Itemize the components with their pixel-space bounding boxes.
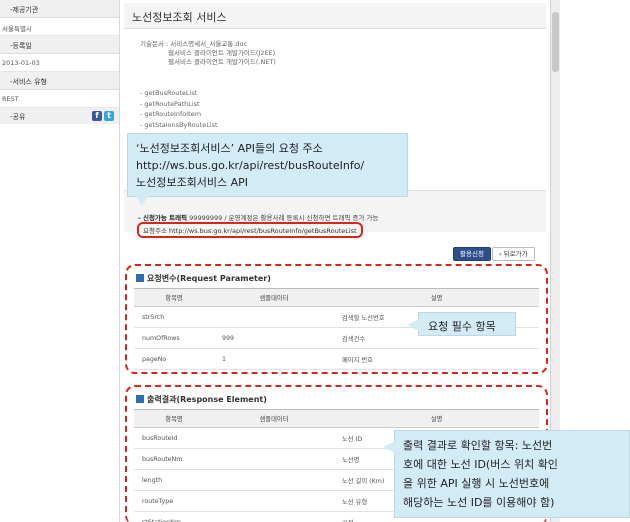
callout-line: 해당하는 노선 ID를 이용해야 함): [403, 496, 555, 509]
table-cell: [214, 306, 334, 328]
square-bullet-icon: [136, 395, 144, 403]
table-cell: [214, 427, 334, 449]
table-header-row: 항목명 샘플데이터 설명: [134, 288, 539, 307]
registered-date-label: -등록일: [0, 36, 119, 54]
back-button[interactable]: › 뒤로가기: [492, 247, 535, 261]
table-cell: [214, 490, 334, 512]
doc-info-line[interactable]: 웹서비스 클라이언트 개발가이드(.NET): [140, 58, 276, 67]
share-label: -공유: [10, 113, 26, 121]
operation-link[interactable]: - getRouteInfoItem: [140, 109, 218, 120]
table-cell: 페이지 번호: [334, 348, 539, 370]
required-items-callout: 요청 필수 항목: [407, 312, 516, 336]
request-table-title: 요청변수(Request Parameter): [136, 273, 271, 284]
twitter-icon[interactable]: t: [104, 111, 114, 121]
table-cell: [214, 469, 334, 491]
table-row: pageNo 1 페이지 번호: [134, 348, 539, 370]
request-table-title-text: 요청변수(Request Parameter): [147, 274, 271, 283]
table-cell: [214, 511, 334, 522]
table-cell: [214, 448, 334, 470]
apply-button[interactable]: 활용신청: [453, 247, 491, 261]
service-type-value: REST: [0, 90, 119, 108]
doc-info: 기술문서 : 서비스명세서_서울교통.doc 웹서비스 클라이언트 개발가이드(…: [140, 40, 276, 67]
callout-line: 을 위한 API 실행 시 노선번호에: [403, 477, 550, 490]
scroll-thumb[interactable]: [552, 12, 559, 72]
table-cell: strSrch: [134, 306, 214, 328]
callout-line: 출력 결과로 확인할 항목: 노선번: [403, 439, 553, 452]
registered-date-value: 2013-01-03: [0, 54, 119, 72]
request-url: 요청주소 http://ws.bus.go.kr/api/rest/busRou…: [137, 222, 363, 238]
table-header-row: 항목명 샘플데이터 설명: [134, 409, 539, 428]
col-header: 항목명: [134, 288, 214, 307]
service-type-label: -서비스 유형: [0, 72, 119, 90]
traffic-text: 99999999 / 운영계정은 활용사례 등록시 신청하면 트래픽 증가 가능: [189, 214, 379, 222]
info-sidebar: -제공기관 서울특별시 -등록일 2013-01-03 -서비스 유형 REST…: [0, 0, 120, 522]
col-header: 샘플데이터: [214, 288, 334, 307]
table-cell: routeType: [134, 490, 214, 512]
share-row: -공유 f t: [0, 108, 119, 124]
traffic-info: - 신청가능 트래픽 99999999 / 운영계정은 활용사례 등록시 신청하…: [138, 212, 379, 222]
operation-link[interactable]: - getBusRouteList: [140, 88, 218, 99]
table-cell: 1: [214, 348, 334, 370]
operation-link[interactable]: - getStaionsByRouteList: [140, 120, 218, 131]
facebook-icon[interactable]: f: [92, 111, 102, 121]
back-label: 뒤로가기: [503, 250, 528, 258]
square-bullet-icon: [136, 274, 144, 282]
url-callout: ‘노선정보조회서비스’ API들의 요청 주소 http://ws.bus.go…: [127, 133, 408, 206]
provider-label: -제공기관: [0, 0, 119, 18]
col-header: 설명: [334, 288, 539, 307]
response-table-title-text: 출력결과(Response Element): [147, 395, 267, 404]
table-cell: length: [134, 469, 214, 491]
apply-label: 활용신청: [460, 250, 484, 258]
table-cell: numOfRows: [134, 327, 214, 349]
callout-line: 노선정보조회서비스 API: [136, 176, 248, 189]
page-title: 노선정보조회 서비스: [124, 3, 546, 29]
col-header: 샘플데이터: [214, 409, 334, 428]
table-cell: busRouteId: [134, 427, 214, 449]
doc-info-line[interactable]: 기술문서 : 서비스명세서_서울교통.doc: [140, 40, 276, 49]
callout-line: http://ws.bus.go.kr/api/rest/busRouteInf…: [136, 159, 365, 172]
table-cell: pageNo: [134, 348, 214, 370]
callout-line: ‘노선정보조회서비스’ API들의 요청 주소: [136, 142, 323, 155]
col-header: 설명: [334, 409, 539, 428]
table-cell: stStationNm: [134, 511, 214, 522]
operation-list: - getBusRouteList - getRoutePathList - g…: [140, 88, 218, 130]
table-cell: busRouteNm: [134, 448, 214, 470]
traffic-label: - 신청가능 트래픽: [138, 214, 188, 222]
response-items-callout: 출력 결과로 확인할 항목: 노선번 호에 대한 노선 ID(버스 위치 확인 …: [383, 430, 630, 518]
table-cell: 999: [214, 327, 334, 349]
provider-value: 서울특별시: [0, 18, 119, 36]
operation-link[interactable]: - getRoutePathList: [140, 99, 218, 110]
doc-info-line[interactable]: 웹서비스 클라이언트 개발가이드(J2EE): [140, 49, 276, 58]
response-table-title: 출력결과(Response Element): [136, 394, 267, 405]
callout-line: 호에 대한 노선 ID(버스 위치 확인: [403, 458, 558, 471]
col-header: 항목명: [134, 409, 214, 428]
